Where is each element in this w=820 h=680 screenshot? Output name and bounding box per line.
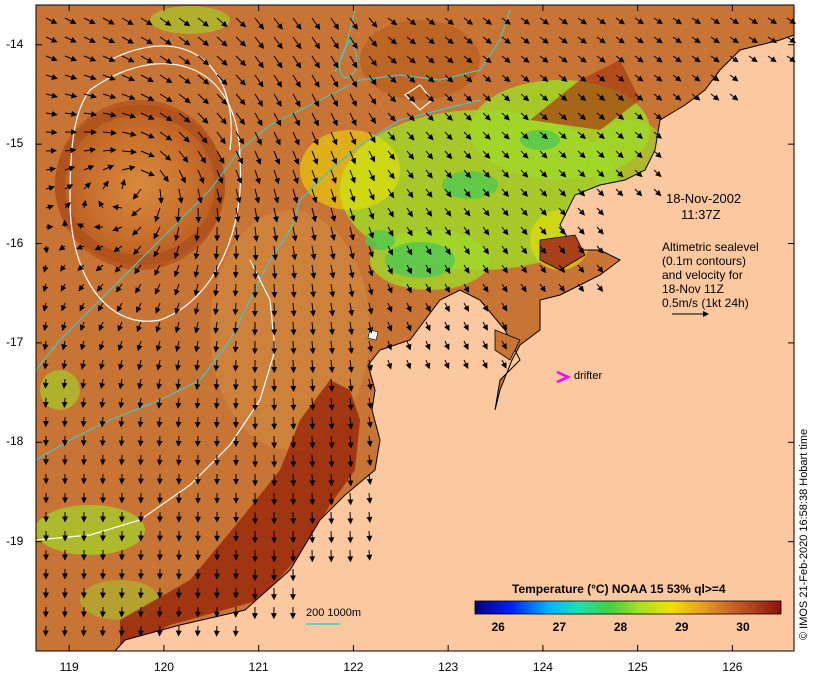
velocity-arrow (61, 416, 68, 428)
velocity-arrow (175, 625, 182, 637)
velocity-arrow (232, 340, 239, 353)
longitude-tick-label: 122 (343, 660, 364, 674)
velocity-arrow (213, 397, 220, 410)
velocity-arrow (347, 530, 354, 544)
velocity-arrow (118, 454, 125, 466)
velocity-arrow (309, 435, 316, 449)
longitude-tick-label: 126 (722, 660, 743, 674)
velocity-arrow (118, 625, 125, 637)
velocity-arrow (232, 359, 239, 372)
velocity-arrow (45, 129, 58, 136)
velocity-arrow (99, 625, 106, 637)
velocity-arrow (118, 435, 125, 447)
velocity-arrow (43, 245, 50, 254)
drifter-label: drifter (574, 370, 603, 382)
velocity-arrow (290, 340, 297, 355)
sealevel-line-5: 0.5m/s (1kt 24h) (662, 296, 749, 310)
velocity-arrow (156, 625, 163, 637)
velocity-arrow (328, 511, 335, 525)
velocity-arrow (99, 435, 106, 447)
colorbar-tick-label: 30 (736, 620, 750, 634)
latitude-tick-label: -18 (6, 434, 24, 449)
velocity-arrow (290, 397, 297, 411)
latitude-tick-label: -15 (6, 136, 24, 151)
sealevel-line-2: (0.1m contours) (662, 254, 747, 268)
longitude-tick-label: 125 (627, 660, 648, 674)
bathymetry-legend-label: 200 1000m (306, 607, 362, 619)
velocity-arrow (195, 207, 202, 223)
latitude-tick-label: -14 (6, 36, 24, 51)
longitude-tick-label: 123 (438, 660, 459, 674)
colorbar-title: Temperature (°C) NOAA 15 53% ql>=4 (512, 582, 726, 596)
velocity-arrow (137, 435, 144, 447)
colorbar-tick-label: 29 (675, 620, 689, 634)
sealevel-line-1: Altimetric sealevel (662, 240, 759, 254)
velocity-arrow (194, 416, 201, 428)
velocity-arrow (309, 454, 316, 468)
latitude-tick-label: -16 (6, 235, 24, 250)
latitude-tick-label: -17 (6, 334, 24, 349)
velocity-arrow (347, 492, 354, 506)
velocity-arrow (309, 511, 316, 525)
velocity-arrow (42, 378, 49, 389)
velocity-arrow (309, 473, 316, 487)
velocity-arrow (290, 473, 297, 487)
sst-map (35, 4, 797, 652)
velocity-arrow (80, 625, 87, 637)
velocity-arrow (366, 530, 373, 542)
velocity-arrow (80, 416, 87, 428)
velocity-arrow (290, 416, 297, 430)
velocity-arrow (271, 283, 278, 299)
velocity-arrow (271, 302, 278, 317)
velocity-arrow (61, 397, 68, 408)
annotation-time: 11:37Z (681, 207, 721, 222)
velocity-arrow (290, 378, 297, 392)
velocity-arrow (156, 454, 163, 466)
velocity-arrow (309, 416, 316, 430)
velocity-arrow (347, 511, 354, 525)
annotation-date: 18-Nov-2002 (666, 191, 742, 206)
velocity-arrow (328, 530, 335, 544)
latitude-tick-label: -19 (6, 533, 24, 548)
velocity-arrow (290, 454, 297, 468)
longitude-tick-label: 120 (153, 660, 174, 674)
colorbar (474, 600, 782, 615)
longitude-tick-label: 124 (532, 660, 553, 674)
velocity-arrow (194, 625, 201, 637)
velocity-arrow (290, 435, 297, 449)
velocity-arrow (309, 492, 316, 506)
velocity-arrow (137, 454, 144, 466)
velocity-arrow (290, 359, 297, 374)
longitude-tick-label: 119 (59, 660, 79, 674)
velocity-arrow (328, 473, 335, 487)
velocity-arrow (80, 435, 87, 447)
velocity-arrow (232, 283, 239, 297)
colorbar-tick-label: 28 (613, 620, 628, 634)
velocity-arrow (137, 625, 144, 637)
credit-line: © IMOS 21-Feb-2020 16:58:38 Hobart time (798, 428, 810, 640)
velocity-arrow (366, 549, 373, 561)
warm-eddy (55, 100, 225, 270)
colorbar-tick-label: 27 (552, 620, 567, 634)
sealevel-line-4: 18-Nov 11Z (662, 282, 724, 296)
colorbar-tick-label: 26 (491, 620, 505, 634)
longitude-tick-label: 121 (248, 660, 269, 674)
velocity-arrow (175, 435, 182, 447)
velocity-arrow (328, 492, 335, 506)
velocity-arrow (156, 435, 163, 447)
velocity-arrow (45, 147, 57, 154)
sealevel-line-3: and velocity for (662, 268, 743, 282)
